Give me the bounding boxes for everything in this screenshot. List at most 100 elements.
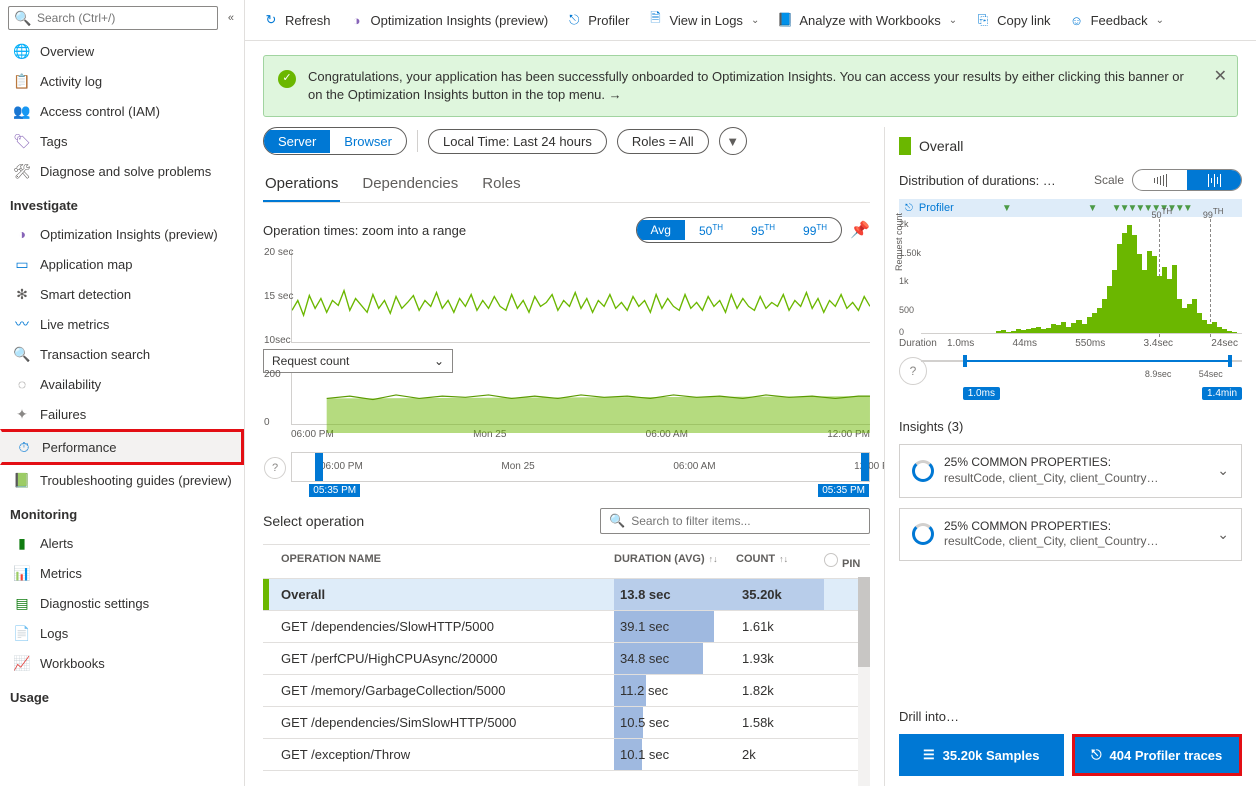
col-name-header[interactable]: Operation name [263, 553, 614, 570]
p99-pill[interactable]: 99TH [789, 220, 841, 241]
percentile-toggle[interactable]: Avg 50TH 95TH 99TH [636, 217, 843, 243]
search-input-wrap[interactable]: 🔍 [8, 6, 218, 30]
collapse-sidebar-button[interactable]: « [224, 10, 238, 26]
sidebar-item-label: Alerts [40, 536, 73, 551]
sidebar-item-logs[interactable]: 📄Logs [0, 618, 244, 648]
tab-operations[interactable]: Operations [263, 169, 340, 202]
sidebar-item-alerts[interactable]: ▮Alerts [0, 528, 244, 558]
optimization-insights-button[interactable]: ◑Optimization Insights (preview) [349, 12, 549, 28]
sidebar-item-label: Troubleshooting guides (preview) [40, 473, 232, 488]
y-tick: 20 sec [264, 247, 293, 258]
col-pin-header[interactable]: Pin [842, 558, 860, 570]
sidebar-item-overview[interactable]: 🌐Overview [0, 36, 244, 66]
sidebar-item-access-control-iam-[interactable]: 👥Access control (IAM) [0, 96, 244, 126]
operation-row[interactable]: GET /dependencies/SlowHTTP/5000 39.1 sec… [263, 611, 870, 643]
copy-link-button[interactable]: ⎘Copy link [975, 12, 1050, 28]
view-in-logs-button[interactable]: 🗎View in Logs⌄ [647, 12, 759, 28]
chevron-down-icon: ⌄ [1217, 462, 1229, 479]
sidebar-item-optimization-insights-preview-[interactable]: ◑Optimization Insights (preview) [0, 219, 244, 249]
operation-row[interactable]: GET /exception/Throw 10.1 sec 2k [263, 739, 870, 771]
sidebar-item-smart-detection[interactable]: ✻Smart detection [0, 279, 244, 309]
sidebar-item-availability[interactable]: ◌Availability [0, 369, 244, 399]
sidebar-item-diagnostic-settings[interactable]: ▤Diagnostic settings [0, 588, 244, 618]
sidebar-item-failures[interactable]: ✦Failures [0, 399, 244, 429]
nav-icon: 📋 [14, 73, 30, 89]
sidebar-item-label: Metrics [40, 566, 82, 581]
operation-filter-input-wrap[interactable]: 🔍 [600, 508, 870, 534]
main-content: ↻Refresh ◑Optimization Insights (preview… [245, 0, 1256, 786]
p95-pill[interactable]: 95TH [737, 220, 789, 241]
operation-row[interactable]: GET /memory/GarbageCollection/5000 11.2 … [263, 675, 870, 707]
sidebar-item-performance[interactable]: ⏱Performance [0, 429, 244, 465]
scale-log[interactable] [1187, 170, 1241, 190]
workbooks-icon: 📘 [777, 12, 793, 28]
sidebar-item-workbooks[interactable]: 📈Workbooks [0, 648, 244, 678]
nav-icon: ⏱ [16, 439, 32, 455]
col-duration-header[interactable]: Duration (avg) [614, 553, 705, 565]
zoom-start-label: 05:35 PM [309, 484, 360, 497]
avg-pill[interactable]: Avg [637, 220, 685, 240]
zoom-info-icon[interactable]: ? [264, 457, 286, 479]
insight-card[interactable]: 25% COMMON PROPERTIES: resultCode, clien… [899, 508, 1242, 561]
range-handle-left[interactable] [963, 355, 967, 367]
tab-dependencies[interactable]: Dependencies [360, 169, 460, 202]
time-range-button[interactable]: Local Time: Last 24 hours [428, 129, 607, 154]
op-count: 35.20k [742, 587, 782, 602]
samples-button[interactable]: ☰ 35.20k Samples [899, 734, 1064, 776]
y-tick: 0 [264, 417, 270, 428]
sidebar-item-diagnose-and-solve-problems[interactable]: 🛠Diagnose and solve problems [0, 156, 244, 186]
insight-card[interactable]: 25% COMMON PROPERTIES: resultCode, clien… [899, 444, 1242, 497]
search-input[interactable] [37, 11, 211, 25]
tab-roles[interactable]: Roles [480, 169, 522, 202]
operation-row-overall[interactable]: Overall 13.8 sec 35.20k [263, 579, 870, 611]
close-banner-button[interactable]: ✕ [1214, 66, 1227, 88]
sidebar-item-activity-log[interactable]: 📋Activity log [0, 66, 244, 96]
sidebar-item-troubleshooting-guides-preview-[interactable]: 📗Troubleshooting guides (preview) [0, 465, 244, 495]
feedback-button[interactable]: ☺Feedback⌄ [1069, 12, 1164, 28]
operation-row[interactable]: GET /perfCPU/HighCPUAsync/20000 34.8 sec… [263, 643, 870, 675]
op-count: 1.82k [742, 683, 774, 698]
sidebar-item-label: Transaction search [40, 347, 150, 362]
search-icon: 🔍 [609, 513, 625, 529]
time-zoom-slider[interactable]: ? 06:00 PMMon 2506:00 AM12:00 PM 05:35 P… [291, 452, 870, 482]
refresh-button[interactable]: ↻Refresh [263, 12, 331, 28]
sidebar-item-application-map[interactable]: ▭Application map [0, 249, 244, 279]
overall-color-swatch [899, 137, 911, 155]
pin-chart-icon[interactable]: 📌 [850, 220, 870, 240]
server-seg[interactable]: Server [264, 130, 330, 153]
workbooks-label: Analyze with Workbooks [799, 13, 940, 28]
profiler-traces-button[interactable]: ⎋ 404 Profiler traces [1072, 734, 1243, 776]
logs-icon: 🗎 [647, 12, 663, 28]
request-count-area-chart[interactable]: 200 0 [291, 373, 870, 425]
roles-filter-button[interactable]: Roles = All [617, 129, 709, 154]
scale-toggle[interactable] [1132, 169, 1242, 191]
analyze-workbooks-button[interactable]: 📘Analyze with Workbooks⌄ [777, 12, 957, 28]
op-name: GET /exception/Throw [281, 747, 410, 762]
sidebar-item-metrics[interactable]: 📊Metrics [0, 558, 244, 588]
op-count: 1.58k [742, 715, 774, 730]
sidebar-item-live-metrics[interactable]: 〰Live metrics [0, 309, 244, 339]
sidebar-item-label: Availability [40, 377, 101, 392]
col-count-header[interactable]: Count [736, 553, 775, 565]
sidebar-item-tags[interactable]: 🏷Tags [0, 126, 244, 156]
range-handle-right[interactable] [1228, 355, 1232, 367]
secondary-metric-dropdown[interactable]: Request count ⌄ [263, 349, 453, 373]
profiler-button[interactable]: ⎋Profiler [566, 12, 629, 28]
sidebar-item-transaction-search[interactable]: 🔍Transaction search [0, 339, 244, 369]
browser-seg[interactable]: Browser [330, 130, 406, 153]
server-browser-toggle[interactable]: Server Browser [263, 127, 407, 155]
table-scrollbar-thumb[interactable] [858, 577, 870, 667]
onboarding-banner[interactable]: ✓ Congratulations, your application has … [263, 55, 1238, 117]
duration-line-chart[interactable]: 20 sec 15 sec 10sec [291, 251, 870, 343]
scale-linear[interactable] [1133, 170, 1187, 190]
p50-pill[interactable]: 50TH [685, 220, 737, 241]
duration-range-slider[interactable] [921, 353, 1242, 369]
duration-histogram[interactable]: Request count 2k 1.50k 1k 500 0 50TH 99T… [921, 219, 1242, 334]
zoom-handle-right[interactable] [861, 453, 869, 481]
zoom-handle-left[interactable] [315, 453, 323, 481]
add-filter-button[interactable]: ▼ [719, 127, 747, 155]
operation-filter-input[interactable] [631, 514, 861, 528]
refresh-icon: ↻ [263, 12, 279, 28]
operation-row[interactable]: GET /dependencies/SimSlowHTTP/5000 10.5 … [263, 707, 870, 739]
profiler-strip[interactable]: ⎋ Profiler ▼ ▼ ▼▼▼▼▼▼▼▼▼▼ [899, 199, 1242, 217]
